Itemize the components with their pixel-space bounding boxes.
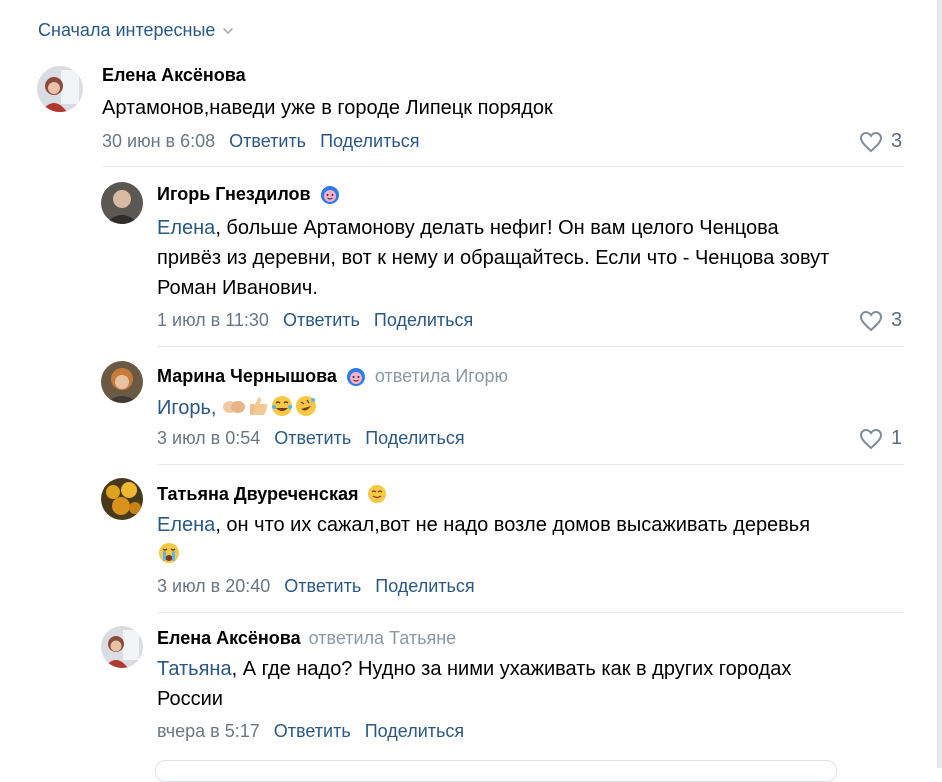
chevron-down-icon — [223, 27, 234, 34]
mention-link[interactable]: Татьяна — [157, 658, 232, 680]
comment-date[interactable]: 30 июн в 6:08 — [102, 131, 215, 152]
comment-text-line: , он что их сажал,вот не надо возле домо… — [215, 514, 811, 536]
reply-button[interactable]: Ответить — [229, 131, 306, 152]
author-name[interactable]: Татьяна Двуреченская — [157, 484, 358, 505]
like-button[interactable]: 1 — [859, 427, 902, 450]
comment-text-line: привёз из деревни, вот к нему и обращайт… — [157, 247, 830, 269]
crying-emoji-icon — [159, 543, 179, 563]
comment-text-line: Роман Иванович. — [157, 277, 318, 299]
mention-link[interactable]: Игорь, — [157, 397, 222, 419]
author-name[interactable]: Марина Чернышова — [157, 366, 337, 387]
thumbs-up-emoji-icon — [250, 397, 268, 415]
avatar-photo-icon — [101, 626, 143, 668]
heart-icon — [859, 428, 883, 449]
comment-date[interactable]: 1 июл в 11:30 — [157, 310, 269, 331]
author-name[interactable]: Игорь Гнездилов — [157, 184, 311, 205]
like-count: 1 — [891, 427, 903, 449]
replied-to-link[interactable]: ответила Игорю — [375, 366, 508, 387]
comment-text: Игорь, — [157, 393, 318, 423]
share-button[interactable]: Поделиться — [374, 310, 473, 331]
sort-label: Сначала интересные — [38, 20, 216, 40]
comment-text-line: , больше Артамонову делать нефиг! Он вам… — [215, 217, 779, 239]
comment-text: Елена, больше Артамонову делать нефиг! О… — [157, 213, 907, 303]
comment-text-line: , А где надо? Нудно за ними ухаживать ка… — [231, 658, 792, 680]
smiling-emoji-icon — [368, 485, 387, 503]
replied-to-link[interactable]: ответила Татьяне — [309, 628, 457, 649]
author-name[interactable]: Елена Аксёнова — [102, 65, 246, 86]
reply-button[interactable]: Ответить — [283, 310, 360, 331]
like-button[interactable]: 3 — [859, 130, 902, 153]
comment-text: Елена, он что их сажал,вот не надо возле… — [157, 510, 907, 570]
mention-link[interactable]: Елена — [157, 514, 215, 536]
comment-text: Артамонов,наведи уже в городе Липецк пор… — [102, 97, 553, 119]
comment-text: Татьяна, А где надо? Нудно за ними ухажи… — [157, 654, 907, 714]
scrollbar-track[interactable] — [938, 0, 942, 768]
share-button[interactable]: Поделиться — [365, 428, 464, 449]
mention-link[interactable]: Елена — [157, 217, 215, 239]
divider — [157, 464, 904, 465]
reply-button[interactable]: Ответить — [274, 428, 351, 449]
heart-icon — [859, 310, 883, 331]
avatar-photo-icon — [101, 478, 143, 520]
like-count: 3 — [891, 130, 903, 152]
comment-date[interactable]: вчера в 5:17 — [157, 721, 260, 742]
heart-icon — [859, 131, 883, 152]
reply-button[interactable]: Ответить — [274, 721, 351, 742]
comment-text-line: России — [157, 688, 223, 710]
avatar-photo-icon — [37, 66, 83, 112]
comment-date[interactable]: 3 июл в 0:54 — [157, 428, 260, 449]
rolling-laughing-emoji-icon — [296, 396, 317, 416]
donut-badge-icon — [346, 368, 365, 386]
comment-date[interactable]: 3 июл в 20:40 — [157, 576, 270, 597]
tears-of-joy-emoji-icon — [272, 396, 293, 416]
share-button[interactable]: Поделиться — [365, 721, 464, 742]
share-button[interactable]: Поделиться — [320, 131, 419, 152]
avatar[interactable] — [37, 66, 83, 112]
avatar[interactable] — [101, 478, 143, 520]
divider — [157, 346, 904, 347]
avatar-photo-icon — [101, 182, 143, 224]
avatar[interactable] — [101, 182, 143, 224]
reply-input[interactable] — [155, 760, 837, 782]
reply-button[interactable]: Ответить — [284, 576, 361, 597]
donut-badge-icon — [320, 186, 339, 204]
avatar[interactable] — [101, 626, 143, 668]
sort-dropdown[interactable]: Сначала интересные — [38, 20, 235, 41]
share-button[interactable]: Поделиться — [375, 576, 474, 597]
author-name[interactable]: Елена Аксёнова — [157, 628, 301, 649]
divider — [102, 166, 904, 167]
avatar-photo-icon — [101, 361, 143, 403]
divider — [157, 612, 904, 613]
like-count: 3 — [891, 309, 903, 331]
handshake-emoji-icon — [223, 401, 246, 413]
like-button[interactable]: 3 — [859, 309, 902, 332]
avatar[interactable] — [101, 361, 143, 403]
